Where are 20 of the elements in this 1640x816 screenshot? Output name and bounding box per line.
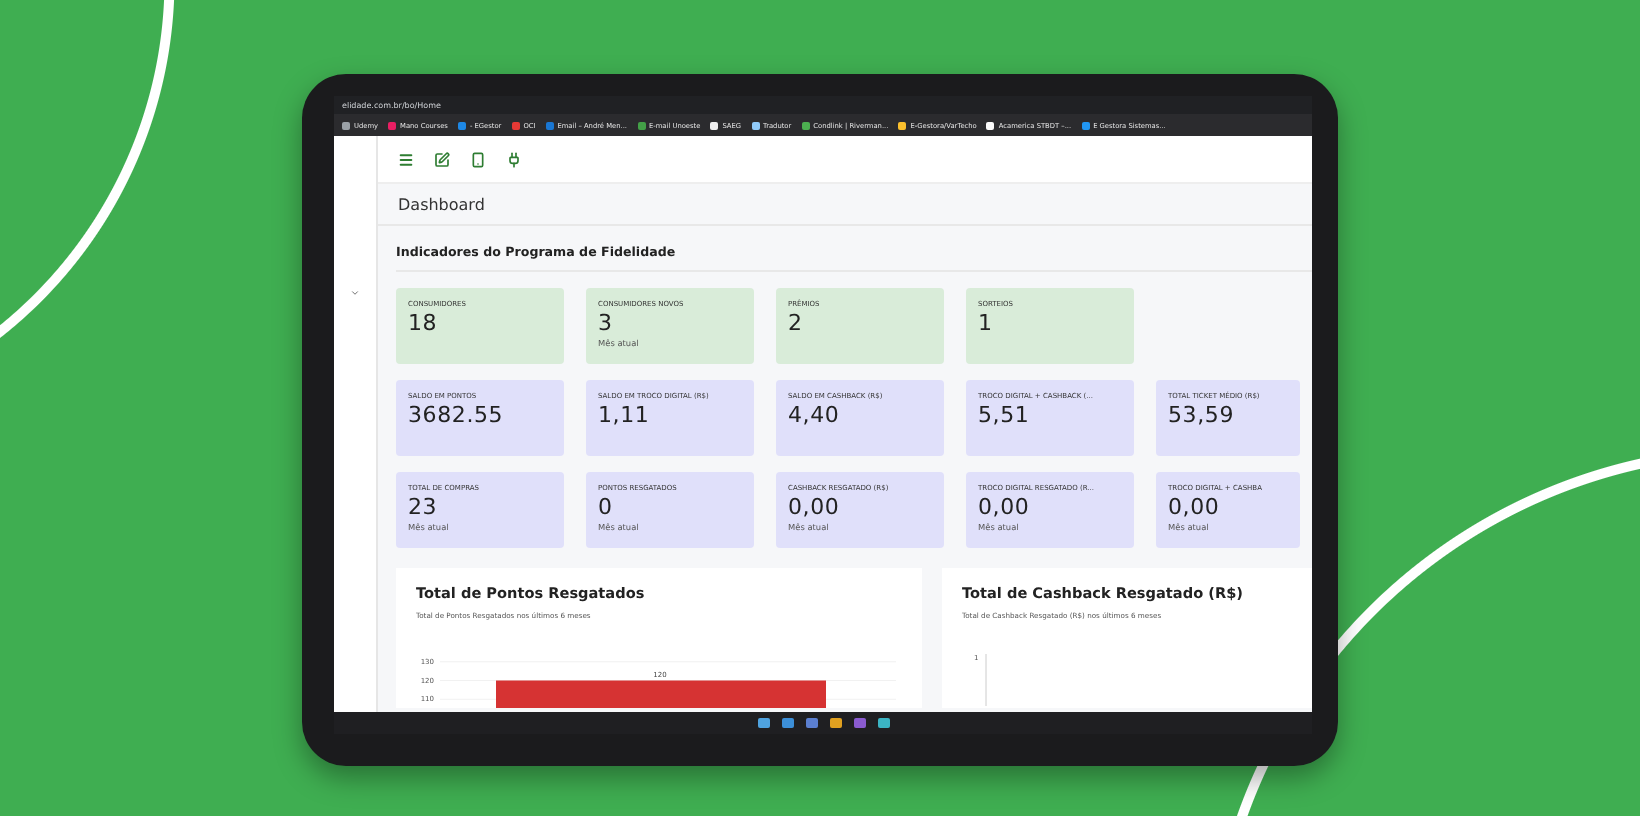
plug-icon[interactable] [506, 151, 522, 167]
stat-value: 5,51 [978, 402, 1032, 428]
edit-icon[interactable] [434, 151, 450, 167]
menu-icon[interactable] [398, 151, 414, 167]
stat-value: 3682.55 [408, 402, 506, 428]
stat-value: 3 [598, 310, 615, 336]
phone-icon[interactable] [470, 151, 486, 167]
stat-value: 4,40 [788, 402, 842, 428]
stat-value: 23 [408, 494, 440, 520]
stat-value: 0,00 [1168, 494, 1222, 520]
stat-value: 0 [598, 494, 615, 520]
chevron-down-icon[interactable] [350, 288, 360, 298]
stat-value: 1 [978, 310, 995, 336]
stat-value: 0,00 [788, 494, 842, 520]
stat-value: 2 [788, 310, 805, 336]
stat-value: 18 [408, 310, 440, 336]
stat-value: 0,00 [978, 494, 1032, 520]
page-title: Dashboard [398, 195, 485, 213]
stat-value: 53,59 [1168, 402, 1236, 428]
stat-value: 1,11 [598, 402, 652, 428]
